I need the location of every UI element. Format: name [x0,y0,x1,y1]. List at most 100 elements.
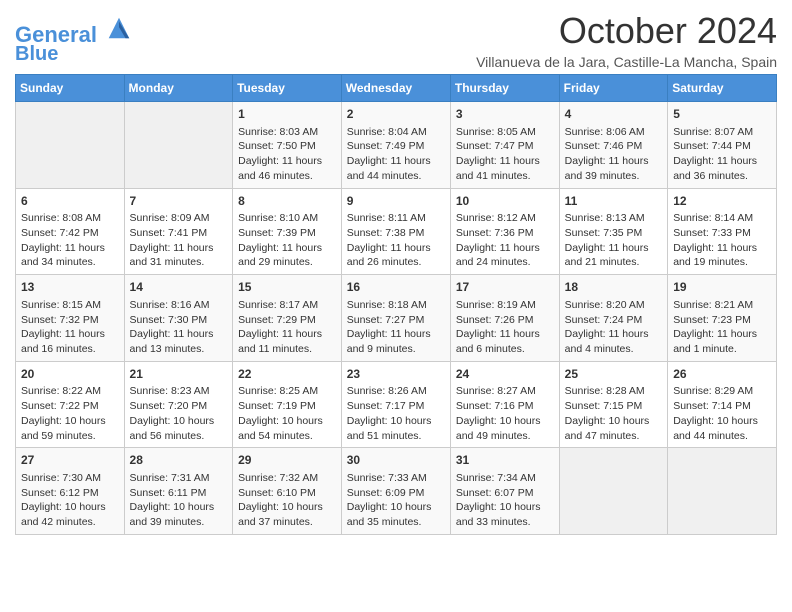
day-info: Sunrise: 8:23 AM [130,384,228,399]
day-info: Sunset: 7:30 PM [130,313,228,328]
day-number: 18 [565,279,663,296]
calendar-cell: 12Sunrise: 8:14 AMSunset: 7:33 PMDayligh… [668,188,777,275]
day-number: 20 [21,366,119,383]
day-info: Sunrise: 8:25 AM [238,384,336,399]
calendar-cell: 15Sunrise: 8:17 AMSunset: 7:29 PMDayligh… [233,275,342,362]
day-info: Daylight: 10 hours and 33 minutes. [456,500,554,529]
calendar-cell [559,448,668,535]
calendar-cell: 8Sunrise: 8:10 AMSunset: 7:39 PMDaylight… [233,188,342,275]
calendar-cell: 28Sunrise: 7:31 AMSunset: 6:11 PMDayligh… [124,448,233,535]
day-info: Sunrise: 8:06 AM [565,125,663,140]
weekday-header-tuesday: Tuesday [233,75,342,102]
day-info: Sunrise: 8:08 AM [21,211,119,226]
day-info: Sunset: 7:38 PM [347,226,445,241]
day-info: Daylight: 11 hours and 46 minutes. [238,154,336,183]
day-info: Sunset: 6:10 PM [238,486,336,501]
day-number: 25 [565,366,663,383]
calendar-cell: 6Sunrise: 8:08 AMSunset: 7:42 PMDaylight… [16,188,125,275]
day-number: 12 [673,193,771,210]
day-number: 1 [238,106,336,123]
day-info: Daylight: 10 hours and 49 minutes. [456,414,554,443]
calendar-cell: 10Sunrise: 8:12 AMSunset: 7:36 PMDayligh… [450,188,559,275]
calendar-cell: 26Sunrise: 8:29 AMSunset: 7:14 PMDayligh… [668,361,777,448]
day-number: 29 [238,452,336,469]
day-number: 28 [130,452,228,469]
weekday-header-saturday: Saturday [668,75,777,102]
day-info: Sunrise: 8:27 AM [456,384,554,399]
calendar-cell: 13Sunrise: 8:15 AMSunset: 7:32 PMDayligh… [16,275,125,362]
day-number: 8 [238,193,336,210]
calendar-week-4: 20Sunrise: 8:22 AMSunset: 7:22 PMDayligh… [16,361,777,448]
day-info: Sunrise: 8:29 AM [673,384,771,399]
location-subtitle: Villanueva de la Jara, Castille-La Manch… [476,54,777,70]
calendar-week-1: 1Sunrise: 8:03 AMSunset: 7:50 PMDaylight… [16,102,777,189]
weekday-header-friday: Friday [559,75,668,102]
day-info: Sunset: 7:27 PM [347,313,445,328]
day-number: 23 [347,366,445,383]
day-info: Sunset: 7:42 PM [21,226,119,241]
page-header: General Blue October 2024 Villanueva de … [15,10,777,70]
day-info: Sunrise: 8:20 AM [565,298,663,313]
calendar-cell [668,448,777,535]
day-info: Sunset: 7:15 PM [565,399,663,414]
calendar-cell: 25Sunrise: 8:28 AMSunset: 7:15 PMDayligh… [559,361,668,448]
calendar-cell: 4Sunrise: 8:06 AMSunset: 7:46 PMDaylight… [559,102,668,189]
calendar-cell: 20Sunrise: 8:22 AMSunset: 7:22 PMDayligh… [16,361,125,448]
day-info: Daylight: 10 hours and 54 minutes. [238,414,336,443]
day-number: 26 [673,366,771,383]
day-number: 5 [673,106,771,123]
day-info: Daylight: 10 hours and 47 minutes. [565,414,663,443]
day-info: Daylight: 10 hours and 59 minutes. [21,414,119,443]
day-info: Daylight: 11 hours and 34 minutes. [21,241,119,270]
day-info: Sunrise: 8:28 AM [565,384,663,399]
day-number: 31 [456,452,554,469]
calendar-header: SundayMondayTuesdayWednesdayThursdayFrid… [16,75,777,102]
day-info: Sunrise: 8:26 AM [347,384,445,399]
day-info: Sunset: 7:19 PM [238,399,336,414]
weekday-header-sunday: Sunday [16,75,125,102]
day-number: 22 [238,366,336,383]
day-number: 21 [130,366,228,383]
calendar-cell: 29Sunrise: 7:32 AMSunset: 6:10 PMDayligh… [233,448,342,535]
day-info: Daylight: 11 hours and 24 minutes. [456,241,554,270]
logo: General Blue [15,14,133,65]
day-number: 2 [347,106,445,123]
day-info: Sunrise: 7:30 AM [21,471,119,486]
calendar-cell: 19Sunrise: 8:21 AMSunset: 7:23 PMDayligh… [668,275,777,362]
day-number: 6 [21,193,119,210]
day-number: 3 [456,106,554,123]
day-info: Sunset: 7:41 PM [130,226,228,241]
day-info: Sunrise: 8:14 AM [673,211,771,226]
day-info: Daylight: 11 hours and 16 minutes. [21,327,119,356]
day-info: Sunset: 7:33 PM [673,226,771,241]
day-info: Sunset: 7:39 PM [238,226,336,241]
calendar-cell: 24Sunrise: 8:27 AMSunset: 7:16 PMDayligh… [450,361,559,448]
day-number: 19 [673,279,771,296]
calendar-cell: 14Sunrise: 8:16 AMSunset: 7:30 PMDayligh… [124,275,233,362]
day-info: Sunrise: 8:04 AM [347,125,445,140]
day-info: Sunrise: 8:07 AM [673,125,771,140]
weekday-header-thursday: Thursday [450,75,559,102]
day-info: Sunset: 7:44 PM [673,139,771,154]
day-number: 13 [21,279,119,296]
day-info: Daylight: 10 hours and 39 minutes. [130,500,228,529]
day-number: 7 [130,193,228,210]
day-info: Sunrise: 8:17 AM [238,298,336,313]
day-info: Daylight: 11 hours and 11 minutes. [238,327,336,356]
day-info: Sunset: 7:14 PM [673,399,771,414]
day-info: Sunset: 6:11 PM [130,486,228,501]
day-info: Daylight: 11 hours and 6 minutes. [456,327,554,356]
day-info: Daylight: 11 hours and 4 minutes. [565,327,663,356]
calendar-table: SundayMondayTuesdayWednesdayThursdayFrid… [15,74,777,535]
day-info: Daylight: 11 hours and 41 minutes. [456,154,554,183]
day-info: Daylight: 11 hours and 9 minutes. [347,327,445,356]
day-info: Sunrise: 7:34 AM [456,471,554,486]
day-info: Sunrise: 8:12 AM [456,211,554,226]
day-info: Sunset: 7:26 PM [456,313,554,328]
weekday-header-monday: Monday [124,75,233,102]
calendar-week-3: 13Sunrise: 8:15 AMSunset: 7:32 PMDayligh… [16,275,777,362]
day-info: Daylight: 10 hours and 56 minutes. [130,414,228,443]
day-info: Sunrise: 8:19 AM [456,298,554,313]
day-info: Sunrise: 8:15 AM [21,298,119,313]
day-info: Daylight: 11 hours and 44 minutes. [347,154,445,183]
